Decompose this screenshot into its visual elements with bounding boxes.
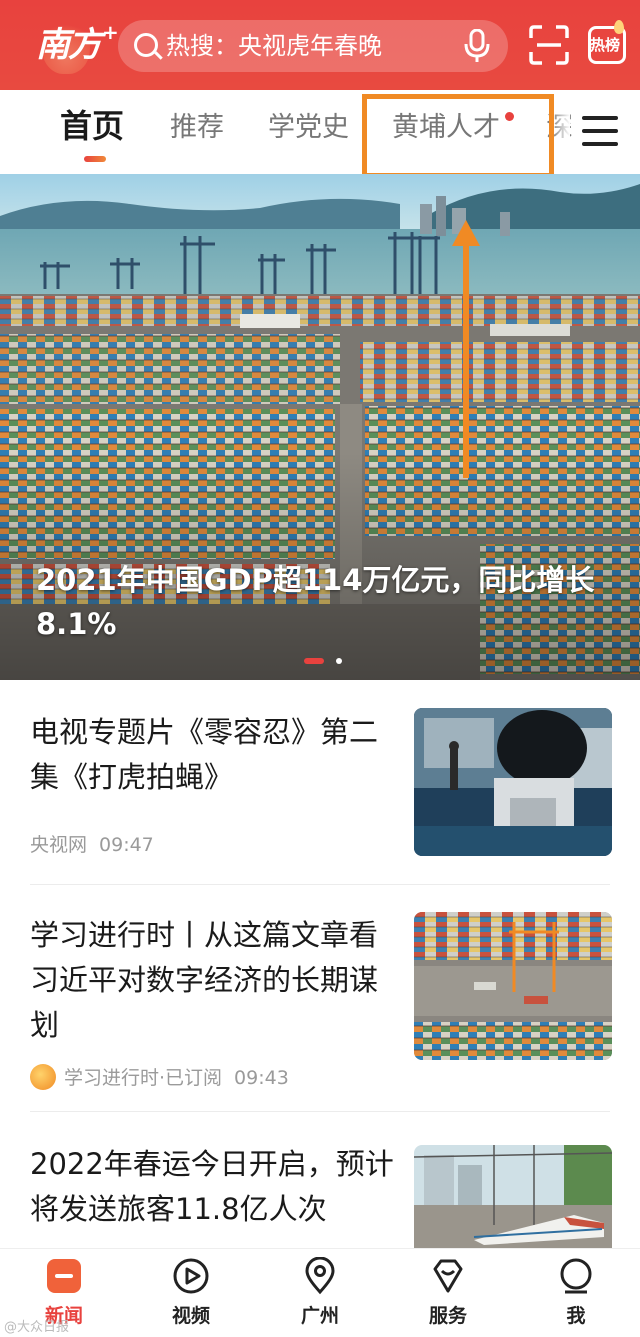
- flame-icon: [614, 20, 624, 34]
- service-icon: [433, 1259, 463, 1293]
- news-title[interactable]: 2022年春运今日开启，预计将发送旅客11.8亿人次: [30, 1142, 400, 1232]
- app-header: 南方 + 热搜：央视虎年春晚 热榜: [0, 0, 640, 90]
- news-title[interactable]: 电视专题片《零容忍》第二集《打虎拍蝇》: [30, 710, 394, 800]
- nav-guangzhou[interactable]: 广州: [270, 1249, 370, 1337]
- hot-list-button[interactable]: 热榜: [588, 20, 630, 70]
- search-bar[interactable]: 热搜：央视虎年春晚: [118, 20, 508, 72]
- news-source: 学习进行时·已订阅: [64, 1067, 223, 1089]
- scan-icon[interactable]: [528, 24, 570, 66]
- search-icon: [134, 33, 158, 57]
- hero-banner[interactable]: 2021年中国GDP超114万亿元，同比增长8.1%: [0, 174, 640, 680]
- video-icon: [173, 1258, 209, 1294]
- nav-me[interactable]: 我: [526, 1249, 626, 1337]
- hero-headline[interactable]: 2021年中国GDP超114万亿元，同比增长8.1%: [36, 558, 606, 646]
- profile-icon: [560, 1258, 592, 1294]
- news-item[interactable]: 学习进行时丨从这篇文章看习近平对数字经济的长期谋划 学习进行时·已订阅 09:43: [0, 885, 640, 1111]
- tab-recommend[interactable]: 推荐: [170, 108, 224, 148]
- news-meta: 学习进行时·已订阅 09:43: [30, 1063, 289, 1090]
- bottom-navigation: 新闻 视频 广州 服务 我: [0, 1248, 640, 1337]
- news-source: 央视网: [30, 834, 88, 856]
- tab-home[interactable]: 首页: [60, 106, 124, 146]
- microphone-icon[interactable]: [464, 29, 490, 63]
- highlight-annotation-box: [362, 94, 554, 178]
- news-meta: 央视网 09:47: [30, 830, 154, 857]
- news-item[interactable]: 2022年春运今日开启，预计将发送旅客11.8亿人次: [0, 1112, 640, 1248]
- nav-services[interactable]: 服务: [398, 1249, 498, 1337]
- tab-party-history[interactable]: 学党史: [268, 108, 349, 148]
- news-item[interactable]: 电视专题片《零容忍》第二集《打虎拍蝇》 央视网 09:47: [0, 680, 640, 884]
- channel-avatar: [30, 1064, 56, 1090]
- search-hot-query: 热搜：央视虎年春晚: [166, 32, 382, 60]
- news-time: 09:47: [99, 834, 154, 856]
- news-thumbnail[interactable]: [414, 912, 612, 1060]
- news-thumbnail[interactable]: [414, 708, 612, 856]
- location-pin-icon: [305, 1257, 335, 1295]
- news-time: 09:43: [234, 1067, 289, 1089]
- nanfang-plus-logo[interactable]: 南方 +: [28, 10, 119, 80]
- news-title[interactable]: 学习进行时丨从这篇文章看习近平对数字经济的长期谋划: [30, 913, 394, 1048]
- watermark: @大众日报: [4, 1320, 70, 1335]
- active-tab-indicator: [84, 156, 106, 162]
- nav-video[interactable]: 视频: [141, 1249, 241, 1337]
- channel-menu-icon[interactable]: [582, 116, 618, 148]
- news-icon: [47, 1259, 81, 1293]
- news-thumbnail[interactable]: [414, 1145, 612, 1248]
